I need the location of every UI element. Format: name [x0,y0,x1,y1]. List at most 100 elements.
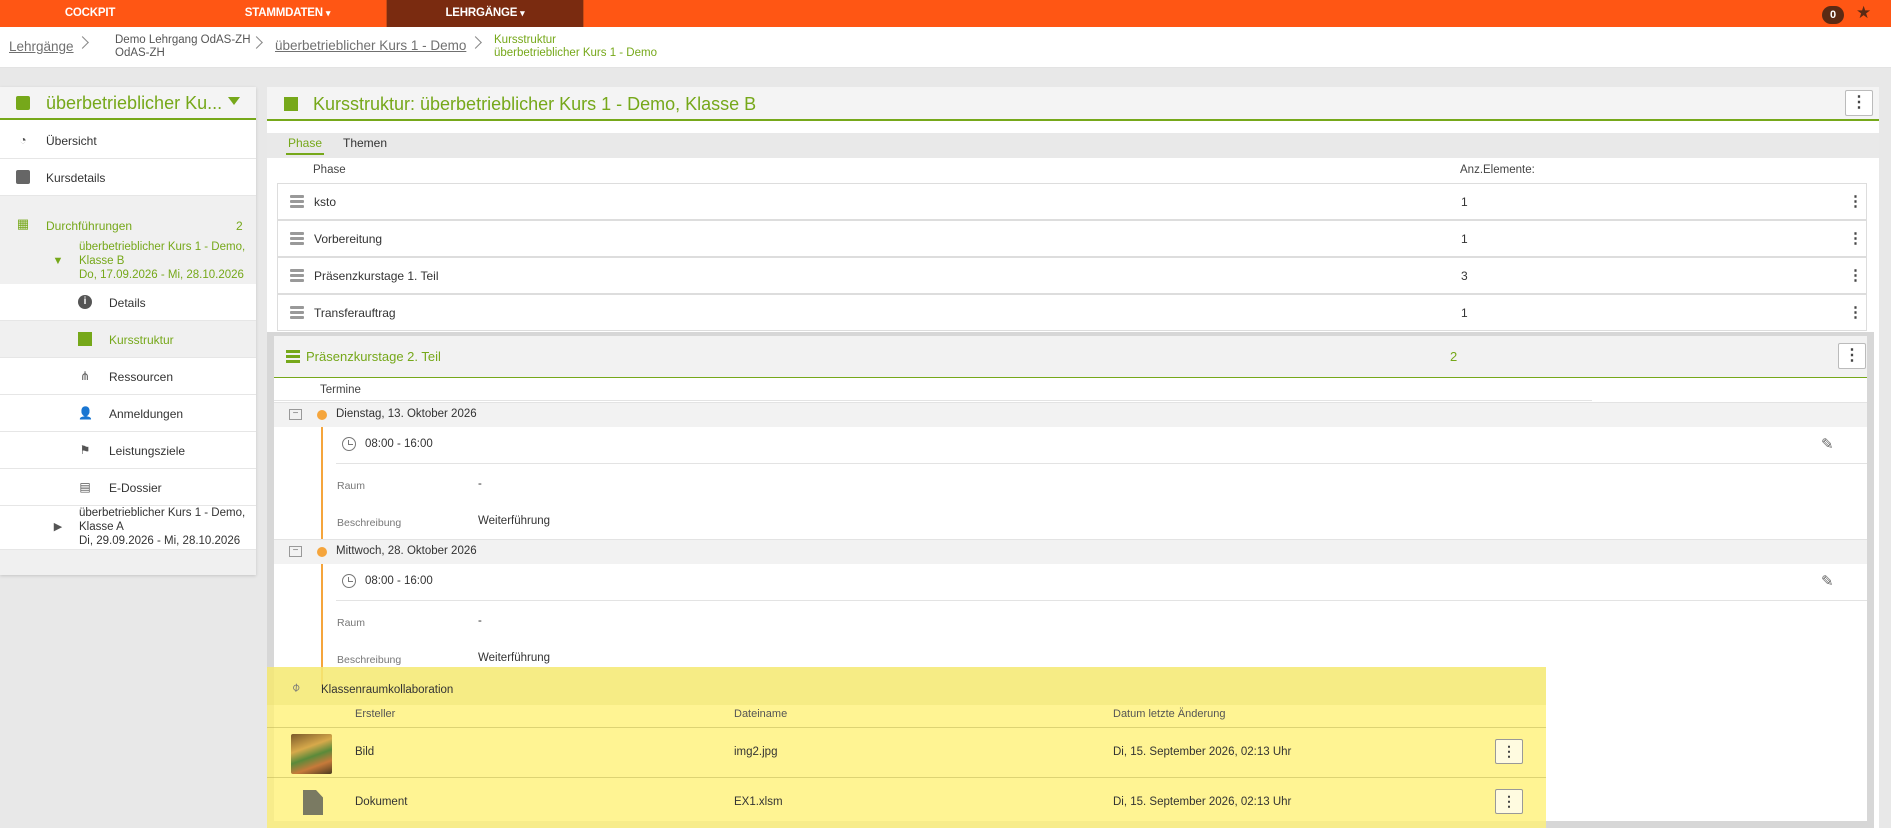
triangle-down-icon[interactable]: ▼ [51,254,65,268]
collapse-toggle-icon[interactable]: − [289,409,302,420]
other-run-line3: Di, 29.09.2026 - Mi, 28.10.2026 [79,535,241,547]
column-header-modified: Datum letzte Änderung [1113,708,1226,720]
phase-row[interactable]: Transferauftrag 1 ⋮ [277,294,1867,331]
file-row[interactable]: Bild img2.jpg Di, 15. September 2026, 02… [267,727,1546,777]
raum-value: - [478,478,482,490]
nav-lehrgaenge[interactable]: LEHRGÄNGE ▾ [386,0,584,27]
column-header-phase: Phase [313,164,346,176]
file-name[interactable]: EX1.xlsm [734,796,783,808]
phase-count: 1 [1461,306,1468,320]
row-menu-icon[interactable]: ⋮ [1848,266,1863,284]
sidebar-item-uebersicht[interactable]: ◔ Übersicht [0,122,256,159]
layers-icon [290,269,304,283]
phase-row[interactable]: ksto 1 ⋮ [277,183,1867,220]
clock-icon [342,437,356,451]
raum-label: Raum [337,480,366,492]
file-creator: Bild [355,746,375,758]
nav-cockpit-label: COCKPIT [64,7,116,19]
sidebar-header[interactable]: überbetrieblicher Ku... [0,87,256,120]
file-modified: Di, 15. September 2026, 02:13 Uhr [1113,746,1292,758]
header-menu-button[interactable]: ⋮ [1845,90,1873,116]
sidebar-item-ressourcen[interactable]: ⋔ Ressourcen [0,358,256,395]
nav-lehrgaenge-label: LEHRGÄNGE [445,7,518,19]
nav-cockpit[interactable]: COCKPIT [40,0,140,27]
sidebar-item-label: Durchführungen [46,219,133,233]
row-menu-icon[interactable]: ⋮ [1848,303,1863,321]
file-name[interactable]: img2.jpg [734,746,777,758]
phase-menu-button[interactable]: ⋮ [1838,343,1866,369]
sidebar-item-label: E-Dossier [109,481,162,495]
phase-row[interactable]: Vorbereitung 1 ⋮ [277,220,1867,257]
layers-icon [286,350,300,364]
row-menu-icon[interactable]: ⋮ [1848,229,1863,247]
phase-name: Präsenzkurstage 1. Teil [314,269,439,283]
layers-icon [290,306,304,320]
other-run-line2: Klasse A [79,521,124,533]
chevron-down-icon[interactable] [228,97,240,105]
image-thumbnail[interactable] [291,734,332,774]
course-icon [16,96,30,110]
flag-icon: ⚑ [79,443,91,457]
beschreibung-value: Weiterführung [478,652,551,664]
phase-count: 1 [1461,195,1468,209]
collab-header: ⌀ Klassenraumkollaboration [267,667,1546,705]
other-run-line1: überbetrieblicher Kurs 1 - Demo, [79,507,246,519]
nav-stammdaten[interactable]: STAMMDATEN ▾ [225,0,350,27]
sidebar-title: überbetrieblicher Ku... [46,93,223,113]
sidebar-other-run[interactable]: ▶ überbetrieblicher Kurs 1 - Demo, Klass… [0,506,256,550]
phase-row[interactable]: Präsenzkurstage 1. Teil 3 ⋮ [277,257,1867,294]
active-run-line3: Do, 17.09.2026 - Mi, 28.10.2026 [79,269,244,281]
tab-themen[interactable]: Themen [341,136,389,150]
breadcrumb-lehrgang-line2[interactable]: OdAS-ZH [115,47,165,60]
document-icon[interactable] [303,790,323,815]
edit-icon[interactable]: ✎ [1821,572,1834,590]
sidebar-item-leistungsziele[interactable]: ⚑ Leistungsziele [0,432,256,469]
sidebar-spacer [0,196,256,209]
sidebar-item-kursstruktur[interactable]: Kursstruktur [0,321,256,358]
layers-icon [290,195,304,209]
row-menu-icon[interactable]: ⋮ [1848,192,1863,210]
breadcrumb-course[interactable]: überbetrieblicher Kurs 1 - Demo [275,39,466,53]
beschreibung-label: Beschreibung [337,517,402,529]
breadcrumb-lehrgang-line1[interactable]: Demo Lehrgang OdAS-ZH [115,34,251,47]
info-icon: i [78,295,92,309]
sidebar-item-anmeldungen[interactable]: 👤 Anmeldungen [0,395,256,432]
calendar-icon: ▦ [16,216,30,231]
day-date: Mittwoch, 28. Oktober 2026 [336,545,477,557]
sidebar-item-e-dossier[interactable]: ▤ E-Dossier [0,469,256,506]
beschreibung-label: Beschreibung [337,654,402,666]
active-run-line2: Klasse B [79,255,125,267]
sidebar-footer [0,550,256,575]
chevron-right-icon [469,36,482,49]
column-header-count: Anz.Elemente: [1460,164,1535,176]
file-row[interactable]: Dokument EX1.xlsm Di, 15. September 2026… [267,777,1546,827]
chevron-down-icon: ▾ [325,8,331,18]
edit-icon[interactable]: ✎ [1821,435,1834,453]
nav-stammdaten-label: STAMMDATEN [244,7,323,19]
sidebar-item-kursdetails[interactable]: Kursdetails [0,159,256,196]
file-menu-button[interactable]: ⋮ [1495,739,1523,764]
chevron-right-icon [250,36,263,49]
sidebar-active-run[interactable]: ▼ überbetrieblicher Kurs 1 - Demo, Klass… [0,240,256,284]
collapse-toggle-icon[interactable]: − [289,546,302,557]
sidebar-item-label: Anmeldungen [109,407,184,421]
tab-phase[interactable]: Phase [286,136,325,155]
star-icon[interactable]: ★ [1856,2,1871,24]
breadcrumb-current-line2: überbetrieblicher Kurs 1 - Demo [494,47,657,59]
expanded-phase-count: 2 [1450,349,1458,364]
sidebar-item-durchfuehrungen[interactable]: ▦ Durchführungen 2 [0,209,256,240]
time-range: 08:00 - 16:00 [365,438,433,450]
expanded-phase-header[interactable]: Präsenzkurstage 2. Teil 2 ⋮ [274,336,1867,378]
termine-label: Termine [320,384,361,396]
sidebar-item-details[interactable]: i Details [0,284,256,321]
time-range: 08:00 - 16:00 [365,575,433,587]
tab-bar: Phase Themen [267,133,1879,155]
active-run-line1: überbetrieblicher Kurs 1 - Demo, [79,241,246,253]
file-menu-button[interactable]: ⋮ [1495,789,1523,814]
collab-title: Klassenraumkollaboration [321,684,454,696]
chevron-down-icon: ▾ [520,8,525,18]
day-row: − Mittwoch, 28. Oktober 2026 [274,539,1867,564]
notification-badge[interactable]: 0 [1822,6,1844,24]
breadcrumb-lehrgaenge[interactable]: Lehrgänge [9,40,74,54]
triangle-right-icon[interactable]: ▶ [51,520,65,534]
